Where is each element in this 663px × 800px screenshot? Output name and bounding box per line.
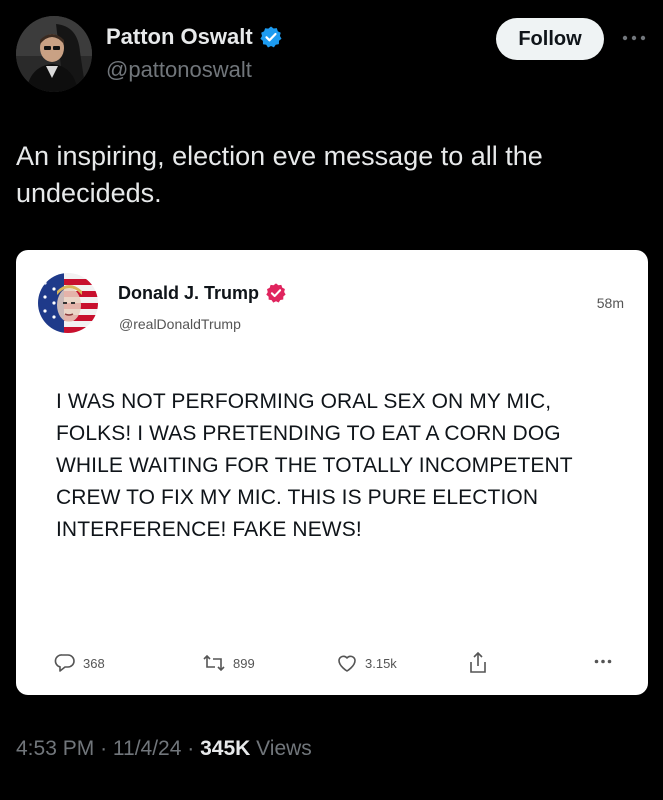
embedded-post-image[interactable]: Donald J. Trump @realDonaldTrump 58m I W… [16, 250, 648, 695]
embedded-author-avatar [38, 273, 98, 333]
author-handle[interactable]: @pattonoswalt [106, 57, 252, 83]
author-name[interactable]: Patton Oswalt [106, 24, 253, 50]
follow-button[interactable]: Follow [496, 18, 604, 60]
like-count: 3.15k [365, 655, 397, 671]
reply-action: 368 [54, 653, 105, 673]
embedded-author-name-row: Donald J. Trump [118, 282, 287, 304]
tweet-time[interactable]: 4:53 PM [16, 737, 94, 760]
views-count: 345K [200, 737, 251, 760]
embedded-author-name: Donald J. Trump [118, 282, 260, 303]
heart-icon [338, 655, 356, 672]
embedded-author-handle: @realDonaldTrump [119, 316, 241, 332]
share-icon [470, 651, 486, 673]
tweet-meta: 4:53 PM · 11/4/24 · 345K Views [16, 737, 312, 761]
repost-icon [203, 654, 225, 672]
author-avatar[interactable] [16, 16, 92, 92]
views-label: Views [256, 737, 312, 760]
tweet-date[interactable]: 11/4/24 [113, 737, 182, 760]
embedded-post-time: 58m [596, 295, 624, 311]
reply-count: 368 [83, 655, 105, 671]
verified-badge-icon [266, 283, 286, 303]
author-name-row[interactable]: Patton Oswalt [106, 24, 283, 50]
avatar-photo-icon [16, 16, 92, 92]
repost-action: 899 [202, 653, 255, 673]
share-action [468, 651, 488, 675]
tweet-text: An inspiring, election eve message to al… [16, 141, 543, 208]
like-action: 3.15k [336, 653, 397, 673]
flag-portrait-icon [38, 273, 98, 333]
embedded-more-icon [594, 659, 612, 664]
repost-count: 899 [233, 655, 255, 671]
meta-separator: · [100, 737, 108, 760]
verified-badge-icon [260, 26, 282, 48]
embedded-post-body: I WAS NOT PERFORMING ORAL SEX ON MY MIC,… [56, 390, 573, 541]
meta-separator: · [187, 737, 195, 760]
reply-icon [54, 654, 75, 672]
more-options-icon[interactable] [620, 28, 648, 48]
embedded-post-actions: 368 899 3.15k [54, 651, 614, 675]
